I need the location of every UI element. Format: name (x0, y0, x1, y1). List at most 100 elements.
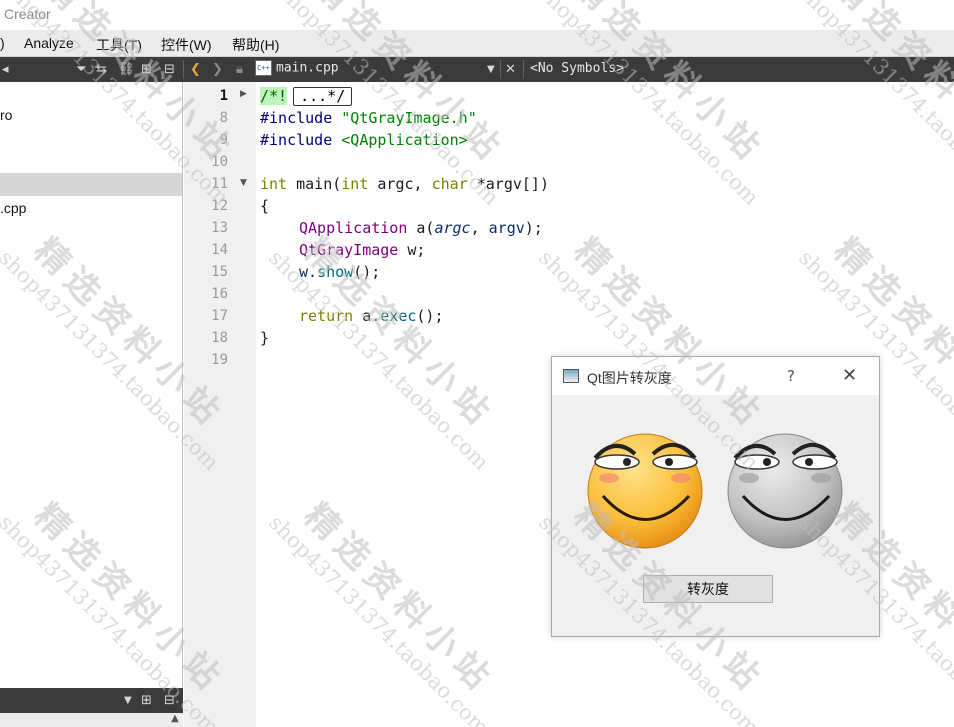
include-file: <QApplication> (341, 131, 468, 149)
file-tab-label: main.cpp (276, 60, 339, 76)
code-text: (); (353, 263, 381, 281)
left-panel-scrollbar[interactable] (0, 713, 183, 727)
file-tab[interactable]: C++ main.cpp (255, 60, 339, 79)
code-line-11: int main(int argc, char *argv[]) (260, 175, 549, 193)
scroll-up-arrow-icon[interactable]: ▲ (167, 713, 183, 727)
line-number: 8 (219, 110, 228, 126)
keyword: int (341, 175, 369, 193)
line-number: 10 (211, 154, 228, 170)
function-call: exec (380, 307, 417, 325)
split-icon[interactable]: ⊞ (141, 692, 152, 709)
window-title: Creator (4, 6, 51, 22)
link-icon[interactable]: ⛓ (118, 61, 135, 78)
code-text: ); (524, 219, 543, 237)
menu-item-partial[interactable]: ) (0, 35, 5, 51)
line-number: 16 (211, 286, 228, 302)
collapsed-comment-marker[interactable]: ...*/ (293, 87, 353, 106)
toolbar-separator (500, 60, 501, 79)
lock-icon: 🔒︎ (236, 62, 243, 77)
code-line-9: #include <QApplication> (260, 131, 468, 149)
fold-collapse-icon[interactable]: ▼ (240, 178, 247, 188)
code-line-12: { (260, 197, 270, 215)
close-button[interactable]: ✕ (842, 365, 857, 386)
code-line-15: w.show(); (299, 263, 380, 281)
help-button[interactable]: ? (787, 367, 795, 385)
tree-item-pro[interactable]: ro (0, 107, 12, 123)
code-line-8: #include "QtGrayImage.h" (260, 109, 477, 127)
code-line-14: QtGrayImage w; (299, 241, 425, 259)
line-number: 1 (219, 88, 228, 104)
back-icon[interactable]: ❮ (190, 61, 201, 78)
line-number: 18 (211, 330, 228, 346)
parameter: argv (488, 219, 525, 237)
menu-bar: ) Analyze 工具(T) 控件(W) 帮助(H) (0, 30, 954, 57)
title-bar: Creator (0, 0, 954, 30)
type-name: QApplication (299, 219, 408, 237)
split-icon[interactable]: ⊞ (141, 61, 152, 78)
line-number: 15 (211, 264, 228, 280)
code-text: *argv[]) (467, 175, 549, 193)
keyword: int (260, 175, 288, 193)
code-line-13: QApplication a(argc, argv); (299, 219, 543, 237)
type-name: QtGrayImage (299, 241, 399, 259)
left-panel-toolbar: ▼ ⊞ ⊟ (0, 688, 183, 713)
gray-image-dialog: Qt图片转灰度 ? ✕ 转灰度 (551, 356, 880, 637)
code-line-18: } (260, 329, 270, 347)
code-text: , (470, 219, 489, 237)
close-document-icon[interactable]: ✕ (505, 61, 516, 78)
sync-icon[interactable]: ⇆ (96, 61, 107, 78)
parameter: argc (434, 219, 471, 237)
line-number-gutter: 1 ▶ 8 9 10 11 ▼ 12 13 14 15 16 17 18 19 (184, 82, 256, 727)
symbols-dropdown[interactable]: <No Symbols> (530, 61, 624, 76)
variable: w. (299, 263, 318, 281)
comment-start: /*! (260, 87, 288, 105)
toolbar-separator (183, 60, 184, 79)
fold-expand-icon[interactable]: ▶ (240, 89, 247, 99)
grayscale-image-smiley (727, 433, 843, 549)
app-window-icon (563, 369, 579, 383)
line-number: 9 (219, 132, 228, 148)
line-number: 13 (211, 220, 228, 236)
code-text: w; (398, 241, 426, 259)
menu-item-analyze[interactable]: Analyze (24, 35, 74, 51)
line-number: 17 (211, 308, 228, 324)
code-line-17: return a.exec(); (299, 307, 444, 325)
funnel-icon[interactable]: ⏷ (76, 61, 86, 78)
qt-creator-window: Creator ) Analyze 工具(T) 控件(W) 帮助(H) ◂ ⏷ … (0, 0, 954, 727)
code-text: main( (287, 175, 342, 193)
close-pane-icon[interactable]: ⊟ (164, 61, 175, 78)
tree-item-selected-row[interactable] (0, 173, 182, 196)
forward-icon[interactable]: ❯ (212, 61, 223, 78)
editor-toolbar: ◂ ⏷ ⇆ ⛓ ⊞ ⊟ ❮ ❯ 🔒︎ C++ main.cpp ▼ ✕ <No S… (0, 57, 954, 82)
toolbar-separator (523, 60, 524, 79)
dialog-title-bar: Qt图片转灰度 ? ✕ (552, 357, 879, 395)
code-text: a. (353, 307, 381, 325)
convert-to-gray-button[interactable]: 转灰度 (643, 575, 773, 603)
code-text: (); (416, 307, 444, 325)
function-call: show (317, 263, 354, 281)
menu-item-widgets[interactable]: 控件(W) (161, 35, 212, 55)
line-number: 14 (211, 242, 228, 258)
chevron-down-icon[interactable]: ▼ (124, 692, 132, 709)
tree-item-cpp[interactable]: .cpp (0, 200, 26, 216)
code-line-1: /*! ...*/ (260, 87, 353, 106)
cpp-file-icon: C++ (255, 60, 272, 76)
keyword: char (431, 175, 468, 193)
menu-item-tools[interactable]: 工具(T) (96, 35, 142, 55)
dialog-title: Qt图片转灰度 (587, 370, 672, 386)
line-number: 11 (211, 176, 228, 192)
preprocessor-directive: #include (260, 109, 333, 127)
include-file: "QtGrayImage.h" (341, 109, 477, 127)
keyword: return (299, 307, 354, 325)
code-text: argc, (368, 175, 432, 193)
menu-item-help[interactable]: 帮助(H) (232, 35, 279, 55)
line-number: 12 (211, 198, 228, 214)
chevron-down-icon[interactable]: ▼ (487, 61, 495, 78)
close-pane-icon[interactable]: ⊟ (164, 692, 175, 709)
preprocessor-directive: #include (260, 131, 333, 149)
original-image-smiley (587, 433, 703, 549)
line-number: 19 (211, 352, 228, 368)
code-text: a( (407, 219, 435, 237)
project-tree-panel: ro .cpp ▼ ⊞ ⊟ ▲ (0, 82, 183, 727)
left-arrow-icon[interactable]: ◂ (2, 61, 9, 78)
